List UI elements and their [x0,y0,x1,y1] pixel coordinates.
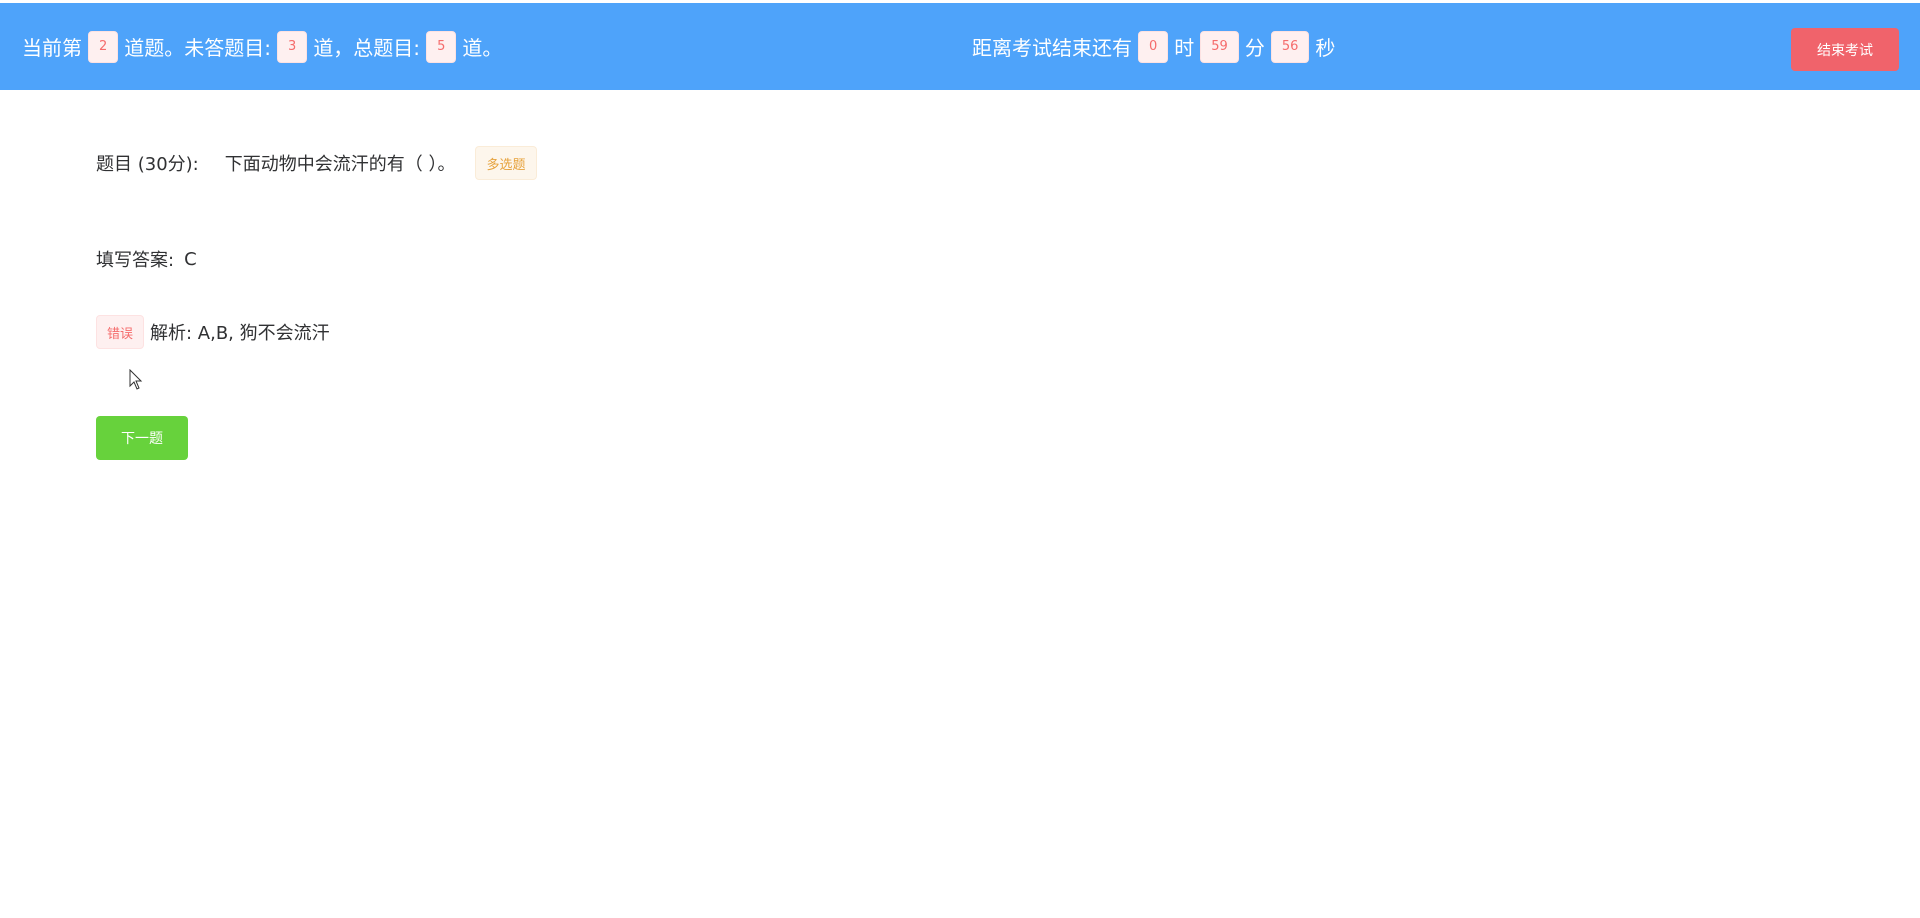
question-label: 题目 (30分): [96,154,199,175]
exam-header: 当前第 2 道题。未答题目: 3 道，总题目: 5 道。 距离考试结束还有 0 … [0,3,1920,90]
progress-info: 当前第 2 道题。未答题目: 3 道，总题目: 5 道。 [22,3,502,90]
progress-after-current: 道题。未答题目: [124,36,272,60]
analysis-row: 错误 解析: A,B, 狗不会流汗 [96,315,330,349]
timer-prefix: 距离考试结束还有 [972,36,1132,60]
timer-seconds-unit: 秒 [1315,36,1336,60]
answer-label: 填写答案: [96,250,175,271]
progress-prefix: 当前第 [22,36,82,60]
question-text: 下面动物中会流汗的有（ ）。 [224,154,456,175]
timer-hours-badge: 0 [1138,30,1169,63]
timer-minutes-unit: 分 [1244,36,1265,60]
question-type-tag: 多选题 [475,146,537,180]
timer-minutes-badge: 59 [1200,30,1239,63]
analysis-text: 解析: A,B, 狗不会流汗 [150,323,330,344]
result-tag: 错误 [96,315,145,349]
current-question-badge: 2 [88,30,119,63]
end-exam-button[interactable]: 结束考试 [1791,28,1899,71]
question-row: 题目 (30分): 下面动物中会流汗的有（ ）。 多选题 [96,145,537,181]
timer-hours-unit: 时 [1174,36,1195,60]
next-question-button[interactable]: 下一题 [96,416,188,460]
answer-row: 填写答案: C [96,244,197,274]
countdown-timer: 距离考试结束还有 0 时 59 分 56 秒 [972,3,1335,90]
total-count-badge: 5 [426,30,457,63]
progress-suffix: 道。 [462,36,503,60]
answer-value: C [184,248,197,270]
timer-seconds-badge: 56 [1270,30,1310,63]
mouse-cursor-icon [129,369,143,390]
progress-after-unanswered: 道，总题目: [313,36,421,60]
unanswered-count-badge: 3 [277,30,308,63]
